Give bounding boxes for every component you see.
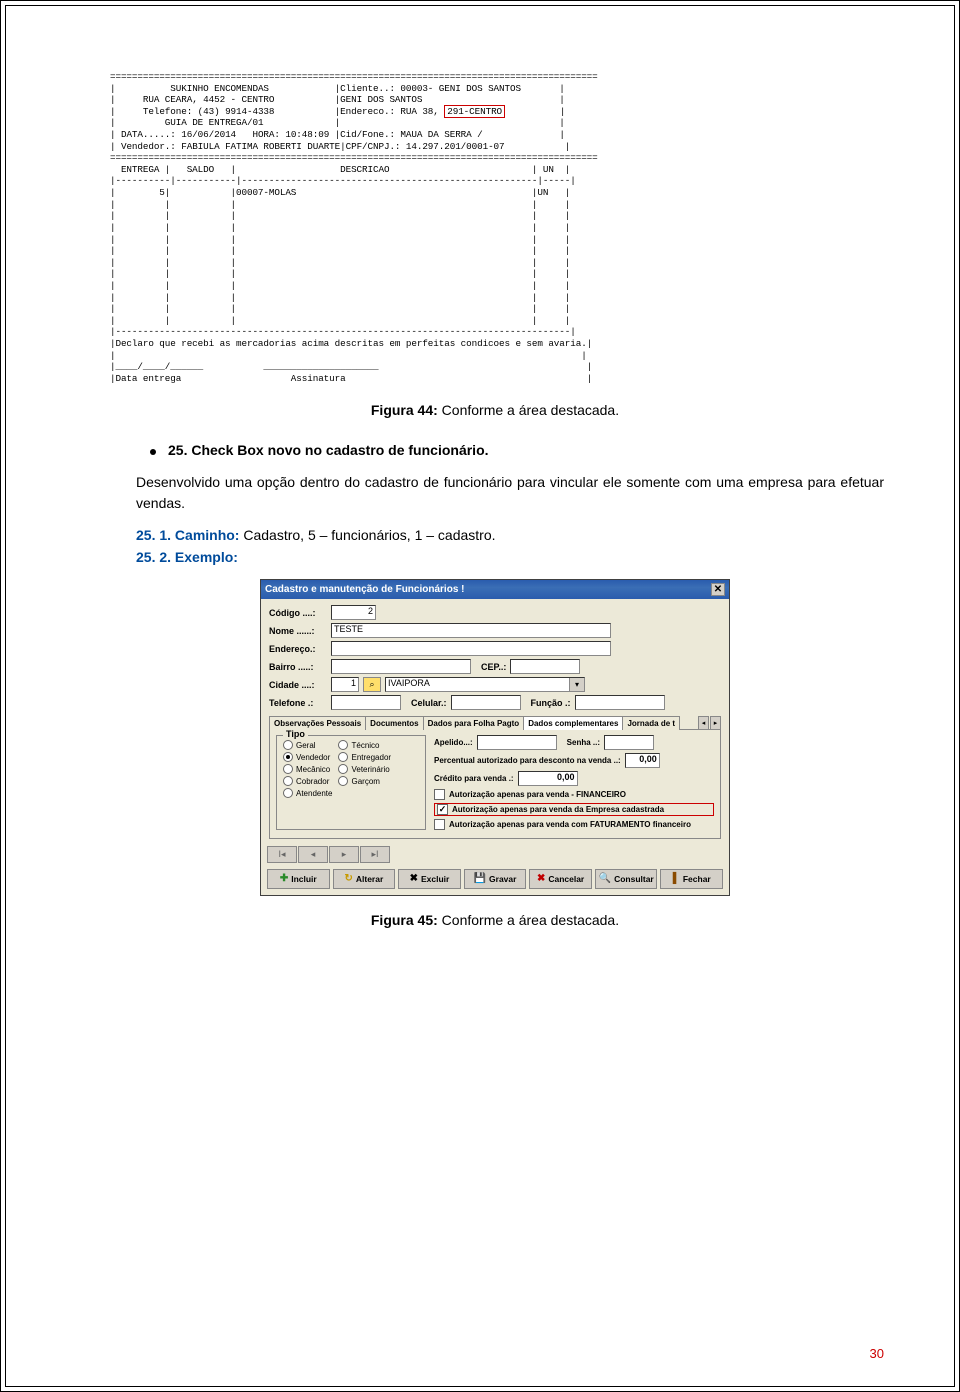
radio-mecanico[interactable] [283,764,293,774]
highlighted-checkbox-row: Autorização apenas para venda da Empresa… [434,803,714,816]
celular-input[interactable] [451,695,521,710]
excluir-button[interactable]: ✖Excluir [398,869,461,889]
search-cidade-button[interactable]: ⌕ [363,677,381,692]
delete-icon: ✖ [410,874,418,884]
cancel-icon: ✖ [537,874,545,884]
nav-prev-button[interactable]: ◂ [298,846,328,863]
nav-next-button[interactable]: ▸ [329,846,359,863]
cidade-num-input[interactable]: 1 [331,677,359,692]
incluir-button[interactable]: ✚Incluir [267,869,330,889]
search-icon: 🔍 [599,874,611,884]
telefone-input[interactable] [331,695,401,710]
caminho-line: 25. 1. Caminho: Cadastro, 5 – funcionári… [136,527,884,543]
tab-documentos[interactable]: Documentos [365,716,423,730]
figure-44-caption: Figura 44: Conforme a área destacada. [106,402,884,418]
fechar-button[interactable]: ▌Fechar [660,869,723,889]
checkbox-faturamento[interactable] [434,819,445,830]
dialog-title: Cadastro e manutenção de Funcionários ! [265,584,464,595]
dialog-window: Cadastro e manutenção de Funcionários ! … [260,579,730,896]
tab-bar: Observações Pessoais Documentos Dados pa… [269,716,721,730]
consultar-button[interactable]: 🔍Consultar [595,869,658,889]
label-senha: Senha ..: [567,738,600,747]
cidade-combo[interactable]: IVAIPORA [385,677,585,692]
radio-atendente[interactable] [283,788,293,798]
checkbox-empresa[interactable] [437,804,448,815]
label-bairro: Bairro .....: [269,662,327,672]
label-celular: Celular.: [411,698,447,708]
tab-dados-complementares[interactable]: Dados complementares [523,716,623,730]
radio-cobrador[interactable] [283,776,293,786]
alterar-button[interactable]: ↻Alterar [333,869,396,889]
tab-folha[interactable]: Dados para Folha Pagto [423,716,525,730]
tab-body: Tipo Geral Vendedor Mecânico Cobrador At… [269,729,721,839]
credito-input[interactable]: 0,00 [518,771,578,786]
receipt-figure: ========================================… [110,71,884,384]
refresh-icon: ↻ [344,874,352,884]
nav-last-button[interactable]: ▸I [360,846,390,863]
save-icon: 💾 [474,874,486,884]
radio-garcom[interactable] [338,776,348,786]
label-credito: Crédito para venda .: [434,774,514,783]
figure-45-caption: Figura 45: Conforme a área destacada. [106,912,884,928]
tab-scroll-left-icon[interactable]: ◂ [698,716,709,730]
page-number: 30 [870,1346,884,1361]
codigo-input[interactable]: 2 [331,605,376,620]
tipo-groupbox: Tipo Geral Vendedor Mecânico Cobrador At… [276,735,426,830]
bullet-icon [150,449,156,455]
titlebar: Cadastro e manutenção de Funcionários ! … [261,580,729,599]
cancelar-button[interactable]: ✖Cancelar [529,869,592,889]
tab-scroll-right-icon[interactable]: ▸ [710,716,721,730]
label-apelido: Apelido...: [434,738,473,747]
radio-veterinario[interactable] [338,764,348,774]
label-nome: Nome ......: [269,626,327,636]
tipo-legend: Tipo [283,729,308,739]
close-icon[interactable]: ✕ [711,583,725,596]
door-icon: ▌ [673,874,680,884]
nav-bar: I◂ ◂ ▸ ▸I [261,843,729,866]
radio-geral[interactable] [283,740,293,750]
radio-tecnico[interactable] [338,740,348,750]
body-text: 25. Check Box novo no cadastro de funcio… [136,442,884,565]
label-percentual: Percentual autorizado para desconto na v… [434,756,621,765]
plus-icon: ✚ [280,874,288,884]
exemplo-line: 25. 2. Exemplo: [136,549,884,565]
label-cidade: Cidade ....: [269,680,327,690]
bairro-input[interactable] [331,659,471,674]
label-codigo: Código ....: [269,608,327,618]
apelido-input[interactable] [477,735,557,750]
funcao-input[interactable] [575,695,665,710]
checkbox-financeiro[interactable] [434,789,445,800]
document-page: { "figure44": { "caption_prefix": "Figur… [0,0,960,1392]
label-endereco: Endereço.: [269,644,327,654]
radio-entregador[interactable] [338,752,348,762]
label-funcao: Função .: [531,698,571,708]
endereco-input[interactable] [331,641,611,656]
senha-input[interactable] [604,735,654,750]
gravar-button[interactable]: 💾Gravar [464,869,527,889]
nome-input[interactable]: TESTE [331,623,611,638]
nav-first-button[interactable]: I◂ [267,846,297,863]
highlighted-address: 291-CENTRO [444,105,505,118]
bullet-heading: 25. Check Box novo no cadastro de funcio… [136,442,884,458]
percentual-input[interactable]: 0,00 [625,753,660,768]
cep-input[interactable] [510,659,580,674]
paragraph: Desenvolvido uma opção dentro do cadastr… [136,472,884,513]
label-telefone: Telefone .: [269,698,327,708]
tab-observacoes[interactable]: Observações Pessoais [269,716,366,730]
tab-jornada[interactable]: Jornada de t [622,716,680,730]
label-cep: CEP..: [481,662,506,672]
radio-vendedor[interactable] [283,752,293,762]
button-bar: ✚Incluir ↻Alterar ✖Excluir 💾Gravar ✖Canc… [261,866,729,895]
